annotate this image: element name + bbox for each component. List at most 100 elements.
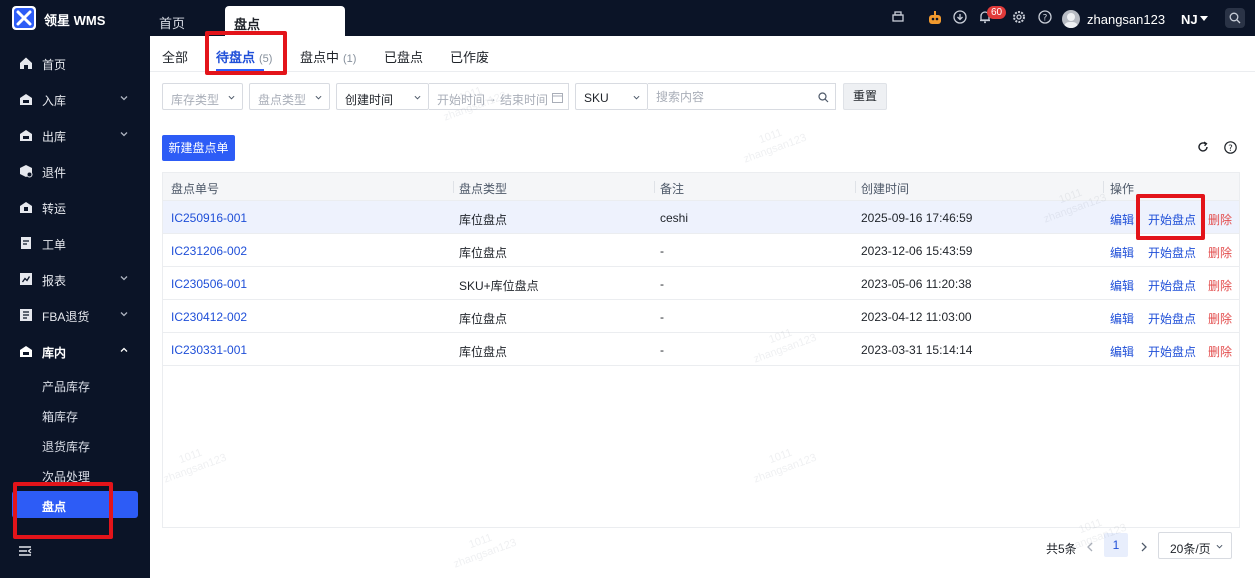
search-icon[interactable] xyxy=(818,92,829,103)
new-count-button[interactable]: 新建盘点单 xyxy=(162,135,235,161)
delete-button[interactable]: 删除 xyxy=(1208,244,1232,261)
table-header: 盘点单号 盘点类型 备注 创建时间 操作 xyxy=(163,173,1239,201)
download-icon[interactable] xyxy=(953,10,969,26)
count-note: - xyxy=(660,244,664,258)
sidebar-item-work-order[interactable]: 工单 xyxy=(0,225,150,261)
sidebar-subitem-defective[interactable]: 次品处理 xyxy=(0,460,150,490)
sidebar-subitem-inventory-count[interactable]: 盘点 xyxy=(12,491,138,518)
created-time: 2023-12-06 15:43:59 xyxy=(861,244,973,258)
collapse-sidebar-icon[interactable] xyxy=(18,544,32,558)
gear-icon[interactable] xyxy=(1012,10,1028,26)
sidebar-subitem-box-stock[interactable]: 箱库存 xyxy=(0,400,150,430)
start-time-input[interactable]: 开始时间 xyxy=(437,91,485,108)
column-header-created: 创建时间 xyxy=(861,182,910,196)
printer-icon[interactable] xyxy=(891,10,907,26)
warehouse-icon xyxy=(20,346,32,357)
delete-button[interactable]: 删除 xyxy=(1208,277,1232,294)
chevron-down-icon xyxy=(315,95,322,100)
home-icon xyxy=(20,57,32,69)
username[interactable]: zhangsan123 xyxy=(1087,12,1165,27)
global-search-button[interactable] xyxy=(1225,8,1245,28)
sidebar-item-reports[interactable]: 报表 xyxy=(0,261,150,297)
chevron-down-icon xyxy=(120,132,128,137)
sidebar-item-warehouse-internal[interactable]: 库内 xyxy=(0,333,150,369)
chevron-down-icon xyxy=(633,95,640,100)
column-header-type: 盘点类型 xyxy=(459,182,508,196)
robot-assistant-icon[interactable] xyxy=(927,10,943,26)
sidebar: 首页 入库 出库 退件 转运 工单 报表 FBA退货 库内 产品库存 箱库存 退… xyxy=(0,36,150,578)
chevron-left-icon[interactable] xyxy=(1085,541,1095,553)
delete-button[interactable]: 删除 xyxy=(1208,343,1232,360)
sidebar-item-inbound[interactable]: 入库 xyxy=(0,81,150,117)
top-tab-home[interactable]: 首页 xyxy=(159,13,185,32)
return-icon xyxy=(20,165,33,178)
start-count-button[interactable]: 开始盘点 xyxy=(1148,277,1196,294)
start-count-button[interactable]: 开始盘点 xyxy=(1148,211,1196,228)
count-type: 库位盘点 xyxy=(459,246,508,260)
count-id-link[interactable]: IC250916-001 xyxy=(171,211,247,225)
main-area: 全部 待盘点 (5) 盘点中 (1) 已盘点 已作废 库存类型 盘点类型 创建时间 … xyxy=(150,36,1255,578)
count-type: 库位盘点 xyxy=(459,312,508,326)
tab-voided[interactable]: 已作废 xyxy=(450,47,489,66)
time-type-select[interactable]: 创建时间 xyxy=(336,83,429,110)
work-order-icon xyxy=(21,237,31,249)
sidebar-item-home[interactable]: 首页 xyxy=(0,45,150,81)
count-id-link[interactable]: IC230412-002 xyxy=(171,310,247,324)
calendar-icon xyxy=(552,93,563,103)
start-count-button[interactable]: 开始盘点 xyxy=(1148,244,1196,261)
chevron-right-icon[interactable] xyxy=(1139,541,1149,553)
count-id-link[interactable]: IC230331-001 xyxy=(171,343,247,357)
end-time-input[interactable]: 结束时间 xyxy=(500,91,548,108)
column-header-note: 备注 xyxy=(660,182,685,196)
sidebar-item-outbound[interactable]: 出库 xyxy=(0,117,150,153)
edit-button[interactable]: 编辑 xyxy=(1110,211,1134,228)
sidebar-subitem-product-stock[interactable]: 产品库存 xyxy=(0,370,150,400)
page-number-button[interactable]: 1 xyxy=(1104,533,1128,557)
start-count-button[interactable]: 开始盘点 xyxy=(1148,310,1196,327)
start-count-button[interactable]: 开始盘点 xyxy=(1148,343,1196,360)
delete-button[interactable]: 删除 xyxy=(1208,211,1232,228)
tab-pending[interactable]: 待盘点 (5) xyxy=(216,47,272,66)
table-row: IC230331-001 库位盘点 - 2023-03-31 15:14:14 … xyxy=(163,333,1239,366)
sidebar-subitem-return-stock[interactable]: 退货库存 xyxy=(0,430,150,460)
count-note: - xyxy=(660,310,664,324)
edit-button[interactable]: 编辑 xyxy=(1110,244,1134,261)
delete-button[interactable]: 删除 xyxy=(1208,310,1232,327)
search-field-select[interactable]: SKU xyxy=(575,83,648,110)
help-icon[interactable]: ? xyxy=(1038,10,1054,26)
avatar[interactable] xyxy=(1062,10,1080,28)
edit-button[interactable]: 编辑 xyxy=(1110,343,1134,360)
sidebar-item-transfer[interactable]: 转运 xyxy=(0,189,150,225)
count-id-link[interactable]: IC230506-001 xyxy=(171,277,247,291)
region-selector[interactable]: NJ xyxy=(1181,12,1198,27)
edit-button[interactable]: 编辑 xyxy=(1110,277,1134,294)
refresh-icon[interactable] xyxy=(1197,141,1209,153)
reset-button[interactable]: 重置 xyxy=(843,83,887,110)
edit-button[interactable]: 编辑 xyxy=(1110,310,1134,327)
chevron-down-icon xyxy=(120,96,128,101)
stock-type-select[interactable]: 库存类型 xyxy=(162,83,243,110)
count-type: 库位盘点 xyxy=(459,345,508,359)
count-note: - xyxy=(660,343,664,357)
search-input[interactable] xyxy=(656,89,806,105)
top-tab-inventory-count[interactable]: 盘点 xyxy=(225,6,345,36)
chevron-up-icon xyxy=(120,347,128,352)
sidebar-item-fba-returns[interactable]: FBA退货 xyxy=(0,297,150,333)
help-circle-icon[interactable]: ? xyxy=(1224,141,1237,154)
count-note: ceshi xyxy=(660,211,689,225)
sidebar-item-returns[interactable]: 退件 xyxy=(0,153,150,189)
inventory-count-table: 盘点单号 盘点类型 备注 创建时间 操作 IC250916-001 库位盘点 c… xyxy=(162,172,1240,528)
page-size-select[interactable]: 20条/页 xyxy=(1158,532,1232,559)
search-icon xyxy=(1229,12,1241,24)
tab-completed[interactable]: 已盘点 xyxy=(384,47,423,66)
inbound-icon xyxy=(20,94,32,105)
content-area: 新建盘点单 ? 盘点单号 盘点类型 备注 创建时间 操作 IC250916-00… xyxy=(150,122,1255,578)
tab-all[interactable]: 全部 xyxy=(162,47,188,66)
tab-in-progress[interactable]: 盘点中 (1) xyxy=(300,47,356,66)
count-id-link[interactable]: IC231206-002 xyxy=(171,244,247,258)
svg-text:?: ? xyxy=(1228,144,1233,154)
date-range-picker[interactable]: 开始时间 → 结束时间 xyxy=(429,83,569,110)
chevron-down-icon xyxy=(1216,544,1223,549)
count-type-select[interactable]: 盘点类型 xyxy=(249,83,330,110)
filter-bar: 库存类型 盘点类型 创建时间 开始时间 → 结束时间 SKU 重置 xyxy=(150,72,1255,122)
